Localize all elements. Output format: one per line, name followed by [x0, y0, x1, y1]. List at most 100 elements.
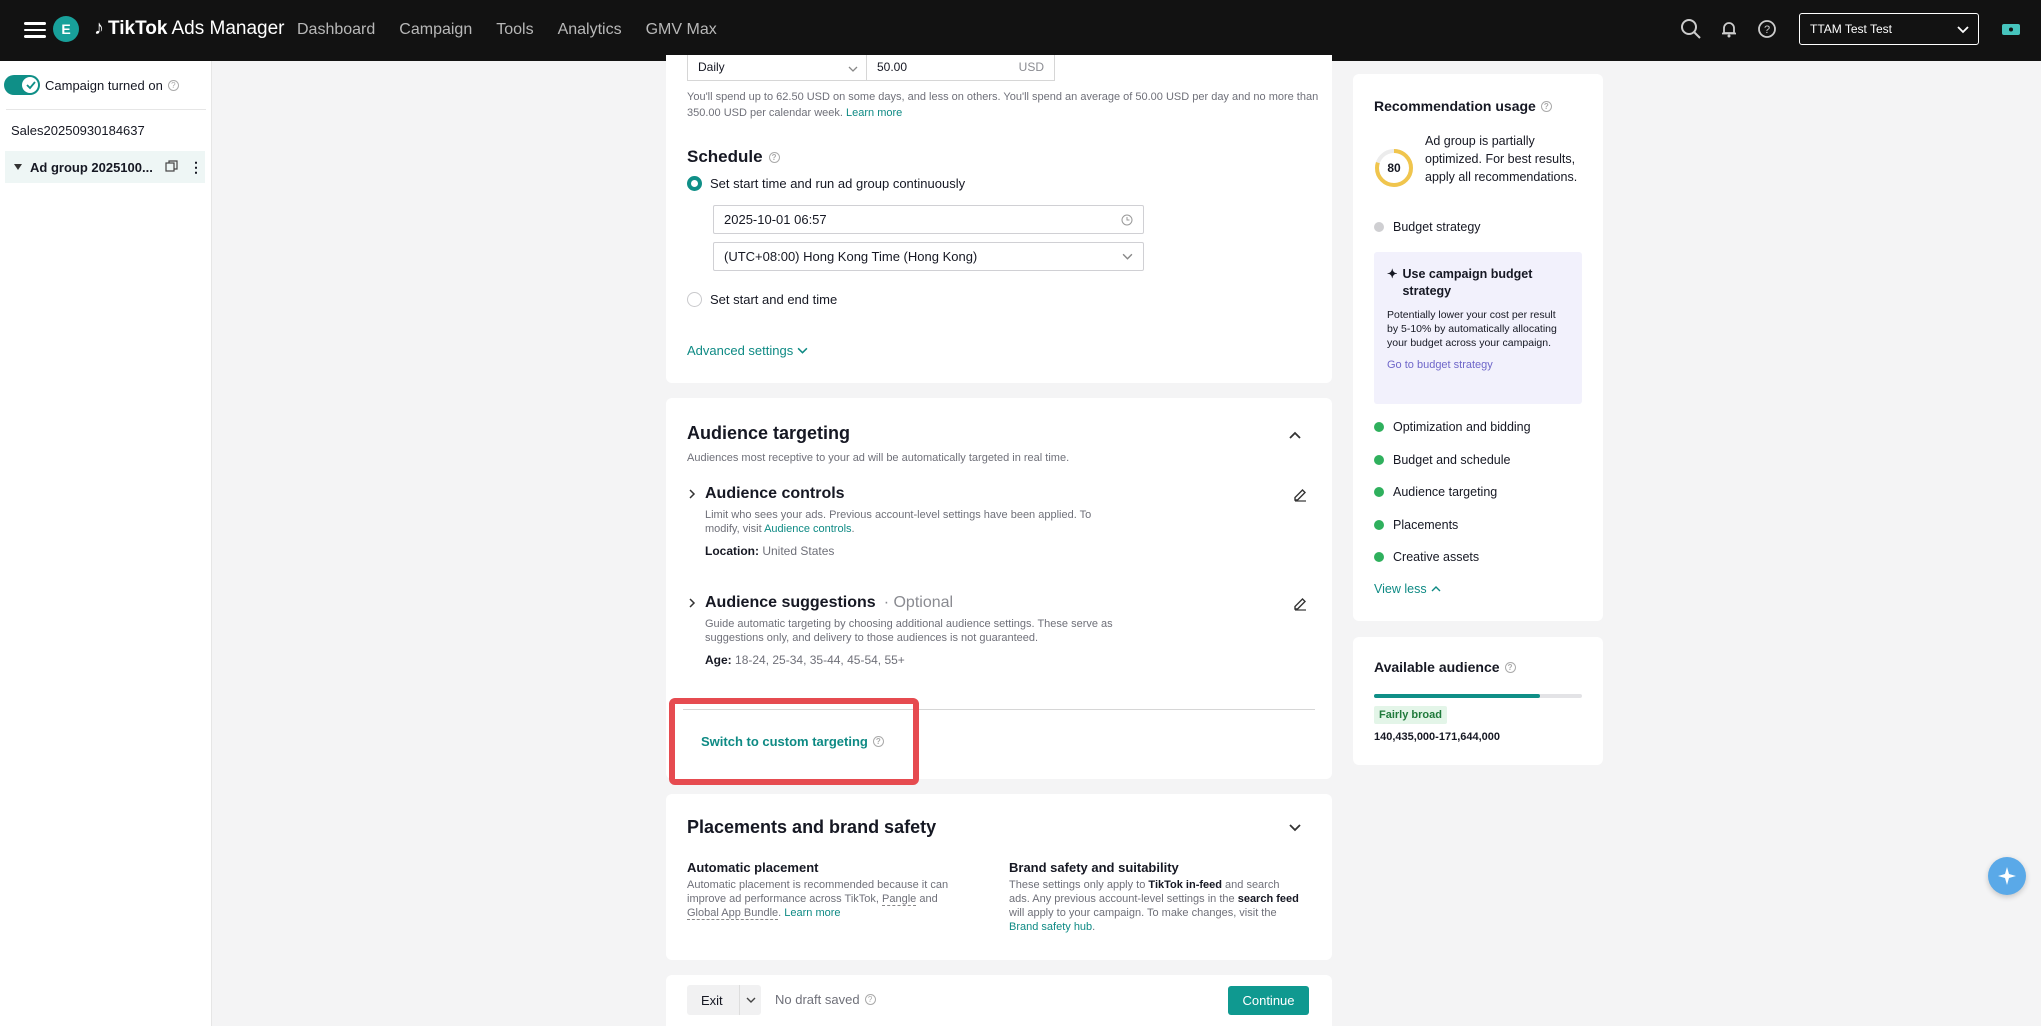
check-circle-icon — [1374, 520, 1384, 530]
view-less-label: View less — [1374, 582, 1427, 596]
audience-suggestions-header[interactable]: Audience suggestions · Optional — [687, 594, 1307, 612]
view-less-toggle[interactable]: View less — [1374, 582, 1441, 596]
budget-mode-value: Daily — [698, 60, 725, 74]
rec-item-label: Audience targeting — [1393, 485, 1498, 499]
info-icon[interactable]: ? — [768, 151, 780, 163]
info-icon[interactable]: ? — [1504, 661, 1516, 673]
check-circle-icon — [1374, 487, 1384, 497]
budget-mode-select[interactable]: Daily — [687, 55, 867, 81]
budget-learn-more-link[interactable]: Learn more — [846, 107, 902, 119]
more-icon[interactable]: ⋮ — [189, 159, 203, 176]
exit-button[interactable]: Exit — [687, 985, 761, 1015]
audience-size-range: 140,435,000-171,644,000 — [1374, 731, 1501, 743]
brand-desc-3: will apply to your campaign. To make cha… — [1009, 907, 1277, 919]
audience-controls-desc: Limit who sees your ads. Previous accoun… — [705, 509, 1092, 535]
chevron-down-icon — [1122, 253, 1133, 260]
rec-item-creative[interactable]: Creative assets — [1374, 550, 1479, 564]
auto-and-text: and — [919, 893, 938, 905]
schedule-option-start-end[interactable]: Set start and end time — [687, 292, 837, 307]
chevron-down-icon[interactable] — [1288, 821, 1302, 835]
timezone-select[interactable]: (UTC+08:00) Hong Kong Time (Hong Kong) — [713, 242, 1144, 271]
rec-item-budget-strategy[interactable]: Budget strategy — [1374, 220, 1481, 234]
audience-controls-header[interactable]: Audience controls — [687, 485, 1307, 503]
info-icon[interactable]: ? — [1540, 100, 1552, 112]
bell-icon[interactable] — [1718, 18, 1740, 40]
nav-analytics[interactable]: Analytics — [558, 21, 622, 39]
advanced-settings-label: Advanced settings — [687, 343, 794, 358]
rec-item-audience[interactable]: Audience targeting — [1374, 485, 1497, 499]
chevron-right-icon[interactable] — [687, 489, 697, 499]
chevron-down-icon — [797, 347, 808, 354]
recommendation-title-text: Recommendation usage — [1374, 98, 1536, 114]
help-icon[interactable]: ? — [1756, 18, 1778, 40]
avatar[interactable]: E — [53, 16, 79, 42]
automatic-placement-desc: Automatic placement is recommended becau… — [687, 879, 949, 920]
audience-controls-section: Audience controls Limit who sees your ad… — [687, 485, 1307, 558]
edit-icon[interactable] — [1293, 488, 1307, 502]
campaign-status: Campaign turned on ? — [4, 75, 179, 95]
brand-safety-desc: These settings only apply to TikTok in-f… — [1009, 879, 1299, 933]
info-icon[interactable]: ? — [167, 79, 179, 91]
divider — [6, 109, 206, 110]
recommendation-title: Recommendation usage ? — [1374, 98, 1552, 114]
rec-item-placements[interactable]: Placements — [1374, 518, 1458, 532]
brand-logo[interactable]: ♪ TikTok Ads Manager — [94, 17, 285, 40]
nav-gmv-max[interactable]: GMV Max — [646, 21, 717, 39]
audience-controls-link[interactable]: Audience controls — [764, 523, 851, 535]
go-to-budget-strategy-link[interactable]: Go to budget strategy — [1387, 359, 1569, 371]
score-value: 80 — [1387, 161, 1401, 175]
nav-dashboard[interactable]: Dashboard — [297, 21, 375, 39]
menu-icon[interactable] — [24, 19, 46, 41]
account-name: TTAM Test Test — [1810, 22, 1893, 36]
radio-selected[interactable] — [687, 176, 702, 191]
automatic-placement-title: Automatic placement — [687, 860, 819, 875]
age-value: 18-24, 25-34, 35-44, 45-54, 55+ — [735, 653, 905, 667]
chevron-right-icon[interactable] — [687, 598, 697, 608]
caret-down-icon[interactable] — [14, 164, 22, 170]
audience-targeting-title: Audience targeting — [687, 423, 851, 443]
start-time-input[interactable]: 2025-10-01 06:57 — [713, 205, 1144, 234]
copy-icon[interactable] — [165, 160, 178, 173]
chevron-up-icon — [1431, 586, 1441, 592]
budget-amount-input[interactable]: 50.00 USD — [867, 55, 1055, 81]
account-selector[interactable]: TTAM Test Test — [1799, 13, 1979, 45]
location-value: United States — [762, 544, 835, 558]
ad-group-item[interactable]: Ad group 2025100... ⋮ — [5, 151, 205, 183]
search-icon[interactable] — [1680, 18, 1702, 40]
audience-suggestions-section: Audience suggestions · Optional Guide au… — [687, 594, 1307, 667]
pangle-term[interactable]: Pangle — [882, 893, 917, 906]
timezone-value: (UTC+08:00) Hong Kong Time (Hong Kong) — [724, 249, 978, 264]
assistant-button[interactable] — [1988, 857, 2026, 895]
budget-schedule-card: Daily 50.00 USD You'll spend up to 62.50… — [666, 55, 1332, 383]
footer-bar: Exit No draft saved ? Continue — [666, 975, 1332, 1026]
radio-unselected[interactable] — [687, 292, 702, 307]
brand-safety-hub-link[interactable]: Brand safety hub — [1009, 921, 1092, 933]
exit-dropdown[interactable] — [739, 985, 756, 1015]
global-app-bundle-term[interactable]: Global App Bundle — [687, 907, 779, 920]
chevron-up-icon[interactable] — [1288, 428, 1302, 442]
ticket-icon[interactable] — [1999, 17, 2023, 41]
audience-suggestions-desc: Guide automatic targeting by choosing ad… — [705, 618, 1113, 644]
campaign-name[interactable]: Sales20250930184637 — [11, 123, 145, 138]
budget-amount-value: 50.00 — [877, 60, 908, 74]
rec-item-budget-schedule[interactable]: Budget and schedule — [1374, 453, 1510, 467]
rec-item-label: Creative assets — [1393, 550, 1480, 564]
optional-label: · Optional — [883, 594, 954, 611]
location-label: Location: — [705, 544, 759, 558]
audience-controls-title: Audience controls — [705, 485, 845, 502]
edit-icon[interactable] — [1293, 597, 1307, 611]
tip-title-text: Use campaign budget strategy — [1402, 267, 1533, 298]
advanced-settings-toggle[interactable]: Advanced settings — [687, 343, 808, 358]
continue-button[interactable]: Continue — [1228, 986, 1309, 1015]
campaign-toggle[interactable] — [4, 75, 40, 95]
info-icon[interactable]: ? — [864, 994, 876, 1005]
age-label: Age: — [705, 653, 732, 667]
placement-learn-more-link[interactable]: Learn more — [784, 907, 840, 919]
schedule-option-continuous[interactable]: Set start time and run ad group continuo… — [687, 176, 965, 191]
rec-item-optimization[interactable]: Optimization and bidding — [1374, 420, 1531, 434]
recommendation-panel: Recommendation usage ? 80 Ad group is pa… — [1353, 74, 1603, 621]
nav-campaign[interactable]: Campaign — [399, 21, 472, 39]
nav-tools[interactable]: Tools — [496, 21, 533, 39]
rec-item-label: Budget and schedule — [1393, 453, 1511, 467]
left-sidebar: Campaign turned on ? Sales20250930184637… — [0, 61, 212, 1026]
